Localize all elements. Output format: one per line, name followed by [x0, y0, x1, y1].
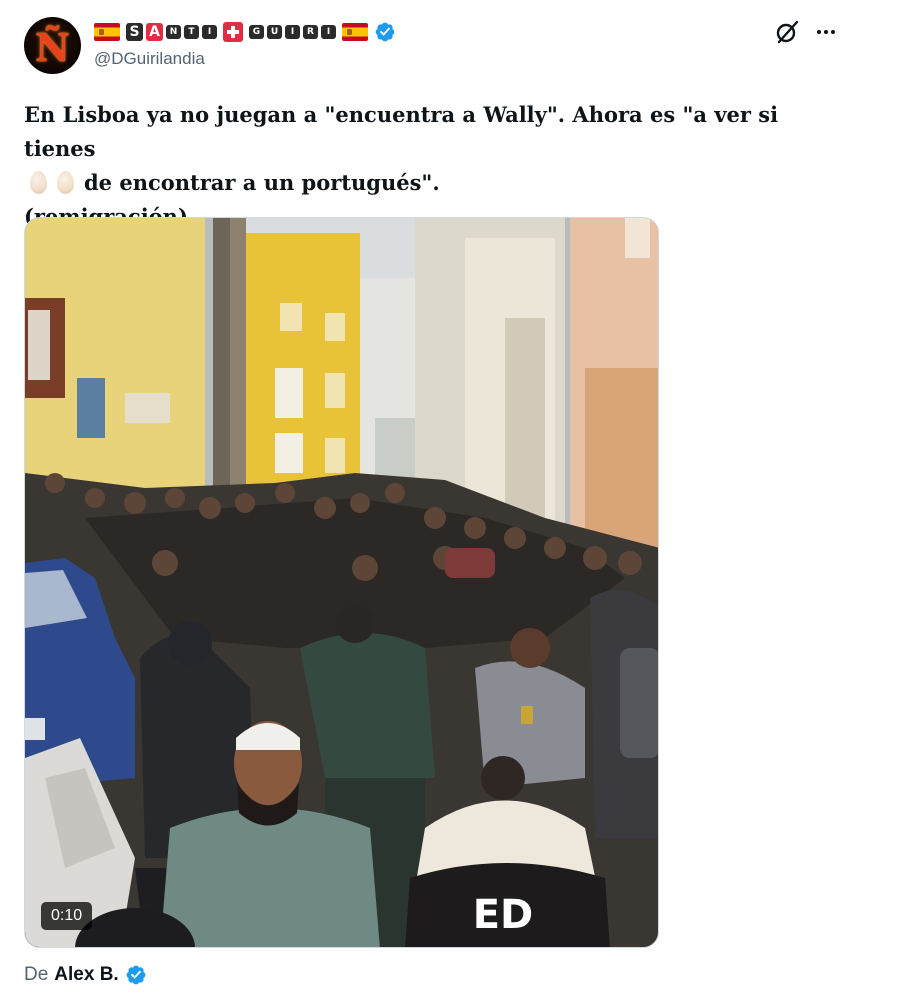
grok-icon[interactable]: [774, 19, 800, 45]
attribution-prefix: De: [24, 964, 49, 985]
name-letter: A: [146, 23, 163, 41]
swiss-cross-icon: [223, 22, 243, 42]
video-player[interactable]: ED: [24, 217, 659, 948]
tweet-line-2: de encontrar a un portugués".: [24, 166, 854, 200]
spain-flag-icon: [94, 23, 120, 41]
verified-badge-icon: [375, 22, 395, 42]
egg-emoji-icon: [57, 171, 74, 194]
tweet-line-1: En Lisboa ya no juegan a "encuentra a Wa…: [24, 102, 779, 161]
name-word-santi: S A N T I: [126, 23, 217, 41]
name-letter: R: [303, 25, 318, 39]
author-avatar[interactable]: Ñ: [24, 17, 81, 74]
egg-emoji-icon: [30, 171, 47, 194]
attribution-author-link[interactable]: Alex B.: [54, 964, 118, 986]
author-handle[interactable]: @DGuirilandia: [94, 49, 205, 69]
video-attribution: De Alex B.: [24, 964, 147, 986]
author-display-name[interactable]: S A N T I G U I R I: [94, 19, 396, 45]
name-letter: I: [321, 25, 336, 39]
verified-badge-icon: [126, 965, 146, 985]
avatar-logo-letter: Ñ: [35, 24, 70, 70]
more-icon[interactable]: [814, 22, 838, 42]
jersey-text: ED: [473, 892, 534, 938]
name-letter: G: [249, 25, 264, 39]
name-letter: U: [267, 25, 282, 39]
name-letter: N: [166, 25, 181, 39]
video-frame: ED: [25, 218, 658, 947]
name-letter: I: [285, 25, 300, 39]
name-word-guiri: G U I R I: [249, 25, 336, 39]
tweet-line-2-text: de encontrar a un portugués".: [84, 170, 440, 195]
spain-flag-icon: [342, 23, 368, 41]
name-letter: I: [202, 25, 217, 39]
tweet-text: En Lisboa ya no juegan a "encuentra a Wa…: [24, 98, 854, 234]
name-letter: S: [126, 23, 143, 41]
video-duration-badge: 0:10: [41, 902, 93, 930]
name-letter: T: [184, 25, 199, 39]
